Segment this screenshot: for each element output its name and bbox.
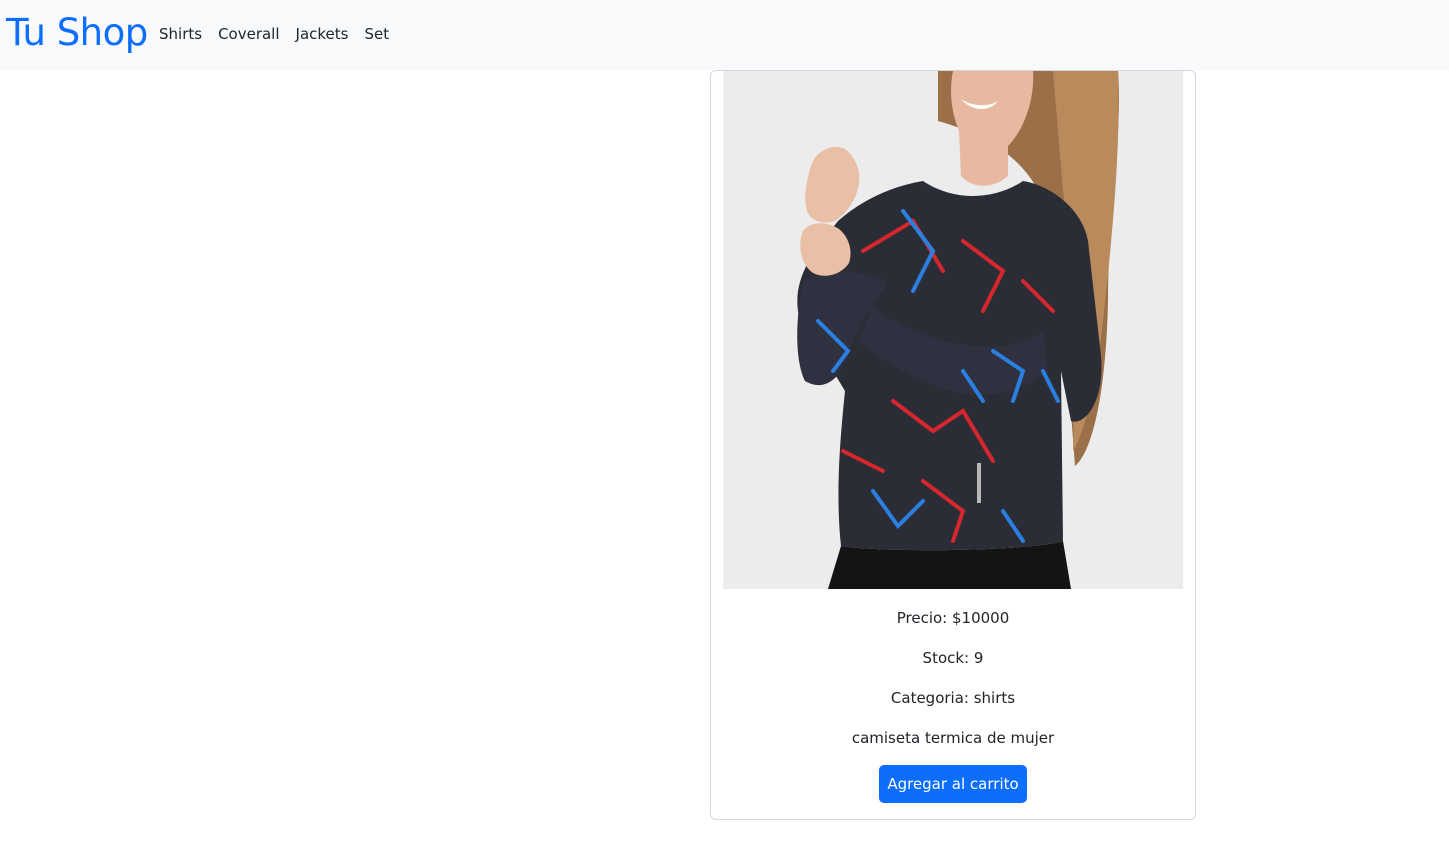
product-image [723, 71, 1183, 589]
product-stock: Stock: 9 [922, 649, 984, 667]
nav-link-jackets[interactable]: Jackets [296, 24, 349, 44]
top-navbar: Tu Shop Shirts Coverall Jackets Set [0, 0, 1449, 70]
product-description: camiseta termica de mujer [851, 729, 1055, 747]
brand-logo-link[interactable]: Tu Shop [6, 9, 148, 57]
product-category: Categoria: shirts [890, 689, 1016, 707]
nav-link-shirts[interactable]: Shirts [159, 24, 202, 44]
product-photo-illustration [723, 71, 1183, 589]
nav-links: Shirts Coverall Jackets Set [159, 24, 405, 44]
nav-link-set[interactable]: Set [364, 24, 389, 44]
nav-link-coverall[interactable]: Coverall [218, 24, 279, 44]
product-card: Precio: $10000 Stock: 9 Categoria: shirt… [710, 70, 1196, 820]
product-price: Precio: $10000 [896, 609, 1010, 627]
add-to-cart-button[interactable]: Agregar al carrito [879, 765, 1027, 803]
